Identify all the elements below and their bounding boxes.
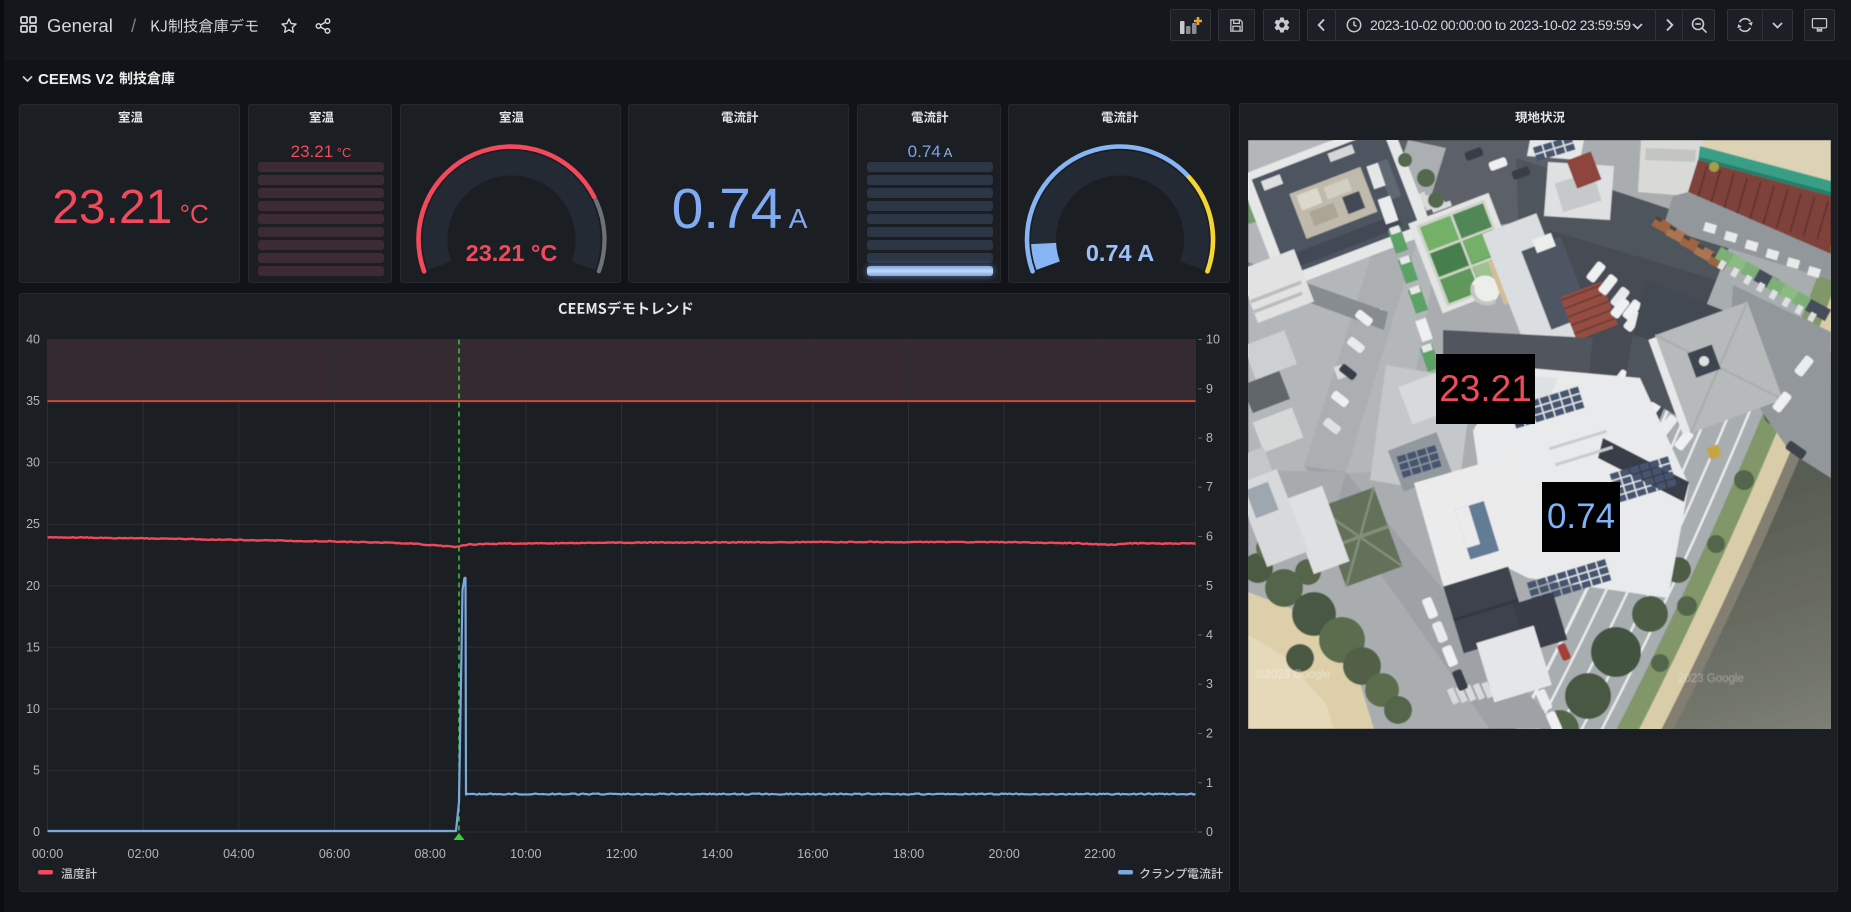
svg-text:08:00: 08:00 [415, 847, 446, 861]
svg-text:06:00: 06:00 [319, 847, 350, 861]
svg-text:5: 5 [1206, 579, 1213, 593]
svg-text:20:00: 20:00 [989, 847, 1020, 861]
svg-text:8: 8 [1206, 431, 1213, 445]
svg-text:5: 5 [33, 763, 40, 777]
svg-text:1: 1 [1206, 776, 1213, 790]
svg-text:10: 10 [1206, 333, 1220, 347]
svg-text:18:00: 18:00 [893, 847, 924, 861]
svg-text:10:00: 10:00 [510, 847, 541, 861]
svg-text:10: 10 [26, 702, 40, 716]
svg-text:0: 0 [1206, 825, 1213, 839]
svg-text:3: 3 [1206, 677, 1213, 691]
svg-text:6: 6 [1206, 530, 1213, 544]
svg-text:9: 9 [1206, 382, 1213, 396]
svg-text:12:00: 12:00 [606, 847, 637, 861]
svg-text:00:00: 00:00 [32, 847, 63, 861]
svg-text:23.21 °C: 23.21 °C [466, 240, 558, 266]
svg-text:0.74 A: 0.74 A [1086, 240, 1154, 266]
svg-text:15: 15 [26, 640, 40, 654]
svg-text:20: 20 [26, 579, 40, 593]
svg-text:35: 35 [26, 394, 40, 408]
svg-text:2: 2 [1206, 727, 1213, 741]
svg-text:7: 7 [1206, 480, 1213, 494]
svg-text:4: 4 [1206, 628, 1213, 642]
svg-text:14:00: 14:00 [702, 847, 733, 861]
svg-text:40: 40 [26, 333, 40, 347]
svg-text:04:00: 04:00 [223, 847, 254, 861]
svg-text:02:00: 02:00 [128, 847, 159, 861]
svg-text:22:00: 22:00 [1084, 847, 1115, 861]
svg-text:0: 0 [33, 825, 40, 839]
svg-text:16:00: 16:00 [797, 847, 828, 861]
svg-text:25: 25 [26, 517, 40, 531]
svg-text:30: 30 [26, 456, 40, 470]
